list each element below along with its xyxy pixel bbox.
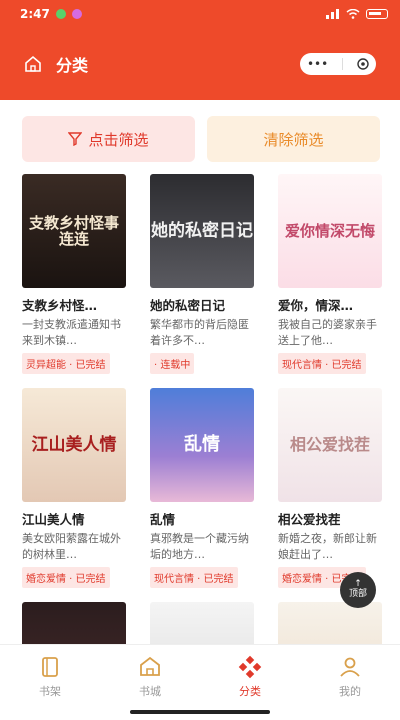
clear-filter-button-label: 清除筛选 <box>263 130 324 149</box>
book-title[interactable]: 支教乡村怪… <box>22 295 126 314</box>
book-icon <box>42 657 58 677</box>
category-icon <box>238 655 262 679</box>
clear-filter-button[interactable]: 清除筛选 <box>207 116 380 162</box>
book-cover[interactable]: 相公爱找茬 <box>278 388 382 502</box>
book-title[interactable]: 爱你，情深… <box>278 295 382 314</box>
tab-label: 我的 <box>339 685 361 698</box>
wifi-icon <box>346 9 360 19</box>
store-icon <box>140 656 160 676</box>
cover-title: 爱你情深无悔 <box>284 221 375 240</box>
book-card[interactable]: 相公爱找茬 相公爱找茬 新婚之夜，新郎让新娘赶出了… 婚恋爱情 · 已完结 <box>278 388 382 588</box>
bottom-tab-bar: 书架 书城 分类 我的 <box>0 644 400 720</box>
book-tag: 现代言情 · 已完结 <box>278 353 366 374</box>
cover-title: 她的私密日记 <box>151 220 253 241</box>
book-description: 真邪教是一个藏污纳垢的地方… <box>150 532 249 561</box>
book-description: 繁华都市的背后隐匿着许多不… <box>150 318 249 347</box>
book-tag: 婚恋爱情 · 已完结 <box>22 567 110 588</box>
close-icon[interactable] <box>357 58 369 70</box>
home-icon[interactable] <box>24 55 42 73</box>
book-title[interactable]: 江山美人情 <box>22 509 126 528</box>
book-description: 新婚之夜，新郎让新娘赶出了… <box>278 532 377 561</box>
mini-program-capsule[interactable]: ••• <box>300 53 376 75</box>
book-grid: 支教乡村怪事连连 支教乡村怪… 一封支教派遣通知书来到木镇… 灵异超能 · 已完… <box>22 174 382 716</box>
tab-bookshelf[interactable]: 书架 <box>0 645 100 720</box>
book-card[interactable]: 乱情 乱情 真邪教是一个藏污纳垢的地方… 现代言情 · 已完结 <box>150 388 254 588</box>
battery-icon <box>366 9 388 19</box>
capsule-divider <box>342 58 344 70</box>
cover-title: 乱情 <box>184 434 220 456</box>
book-cover[interactable]: 她的私密日记 <box>150 174 254 288</box>
cover-title: 相公爱找茬 <box>289 435 370 455</box>
book-tag: · 连载中 <box>150 353 195 374</box>
filter-button-label: 点击筛选 <box>88 130 149 149</box>
more-icon[interactable]: ••• <box>307 57 328 71</box>
status-bar: 2:47 <box>0 0 400 28</box>
tab-bookstore[interactable]: 书城 <box>100 645 200 720</box>
book-card[interactable]: 爱你情深无悔 爱你，情深… 我被自己的婆家亲手送上了他… 现代言情 · 已完结 <box>278 174 382 374</box>
page-title: 分类 <box>56 56 89 75</box>
nav-bar: 分类 ••• <box>0 28 400 100</box>
back-to-top-label: 顶部 <box>348 589 367 599</box>
book-card[interactable]: 她的私密日记 她的私密日记 繁华都市的背后隐匿着许多不… · 连载中 <box>150 174 254 374</box>
book-tag: 灵异超能 · 已完结 <box>22 353 110 374</box>
tab-category[interactable]: 分类 <box>200 645 300 720</box>
book-title[interactable]: 乱情 <box>150 509 254 528</box>
profile-icon <box>340 657 360 677</box>
book-cover[interactable]: 江山美人情 <box>22 388 126 502</box>
tab-label: 书城 <box>139 685 161 698</box>
book-description: 我被自己的婆家亲手送上了他… <box>278 318 377 347</box>
status-time: 2:47 <box>20 7 50 21</box>
wechat-status-icon <box>55 9 66 19</box>
cover-title: 支教乡村怪事连连 <box>28 213 119 248</box>
filter-bar: 点击筛选 清除筛选 <box>22 116 380 162</box>
signal-icon <box>326 9 339 19</box>
book-cover[interactable]: 爱你情深无悔 <box>278 174 382 288</box>
book-title[interactable]: 相公爱找茬 <box>278 509 382 528</box>
filter-icon <box>68 132 83 146</box>
tab-profile[interactable]: 我的 <box>300 645 400 720</box>
app-status-icon <box>71 9 82 19</box>
filter-button[interactable]: 点击筛选 <box>22 116 195 162</box>
back-to-top-button[interactable]: ↑ 顶部 <box>340 572 376 608</box>
home-indicator <box>130 710 270 714</box>
book-card[interactable]: 江山美人情 江山美人情 美女欧阳萦露在城外的树林里… 婚恋爱情 · 已完结 <box>22 388 126 588</box>
book-tag: 现代言情 · 已完结 <box>150 567 238 588</box>
book-card[interactable]: 支教乡村怪事连连 支教乡村怪… 一封支教派遣通知书来到木镇… 灵异超能 · 已完… <box>22 174 126 374</box>
book-title[interactable]: 她的私密日记 <box>150 295 254 314</box>
book-description: 一封支教派遣通知书来到木镇… <box>22 318 121 347</box>
book-cover[interactable]: 乱情 <box>150 388 254 502</box>
tab-label: 书架 <box>39 685 61 698</box>
book-description: 美女欧阳萦露在城外的树林里… <box>22 532 121 561</box>
tab-label: 分类 <box>239 685 261 698</box>
book-cover[interactable]: 支教乡村怪事连连 <box>22 174 126 288</box>
cover-title: 江山美人情 <box>31 434 117 455</box>
